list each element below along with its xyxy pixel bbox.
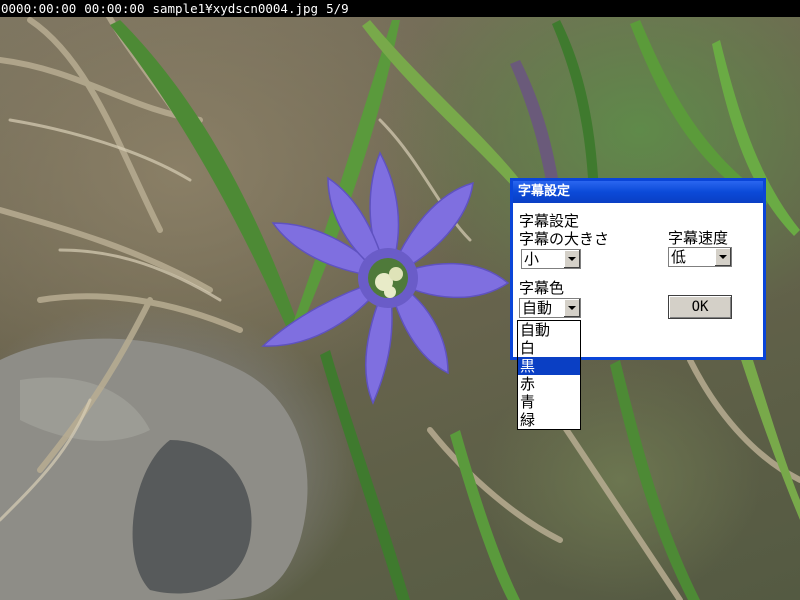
chevron-down-icon[interactable] — [563, 299, 580, 317]
dropdown-option[interactable]: 黒 — [518, 357, 580, 375]
dropdown-option[interactable]: 青 — [518, 393, 580, 411]
speed-select-value: 低 — [671, 248, 687, 266]
color-select-value: 自動 — [522, 299, 553, 317]
image-counter: 5/9 — [326, 1, 349, 16]
time-position: 0000:00:00 — [1, 1, 77, 16]
dialog-titlebar[interactable]: 字幕設定 — [513, 181, 763, 203]
dropdown-option[interactable]: 白 — [518, 339, 580, 357]
chevron-down-icon[interactable] — [714, 248, 731, 266]
color-select[interactable]: 自動 — [519, 298, 581, 318]
size-select-value: 小 — [524, 250, 540, 268]
speed-label: 字幕速度 — [668, 229, 729, 247]
speed-select[interactable]: 低 — [668, 247, 732, 267]
dropdown-option[interactable]: 緑 — [518, 411, 580, 429]
color-label: 字幕色 — [519, 279, 565, 297]
file-name: sample1¥xydscn0004.jpg — [152, 1, 319, 16]
dialog-heading: 字幕設定 — [519, 212, 580, 230]
size-select[interactable]: 小 — [521, 249, 581, 269]
ok-button[interactable]: OK — [668, 295, 732, 319]
flower-shape — [261, 151, 510, 405]
chevron-down-icon[interactable] — [563, 250, 580, 268]
time-duration: 00:00:00 — [84, 1, 145, 16]
color-dropdown-list: 自動白黒赤青緑 — [517, 320, 581, 430]
dropdown-option[interactable]: 赤 — [518, 375, 580, 393]
size-label: 字幕の大きさ — [519, 230, 610, 248]
status-bar: 0000:00:00 00:00:00 sample1¥xydscn0004.jpg… — [0, 0, 800, 17]
dropdown-option[interactable]: 自動 — [518, 321, 580, 339]
